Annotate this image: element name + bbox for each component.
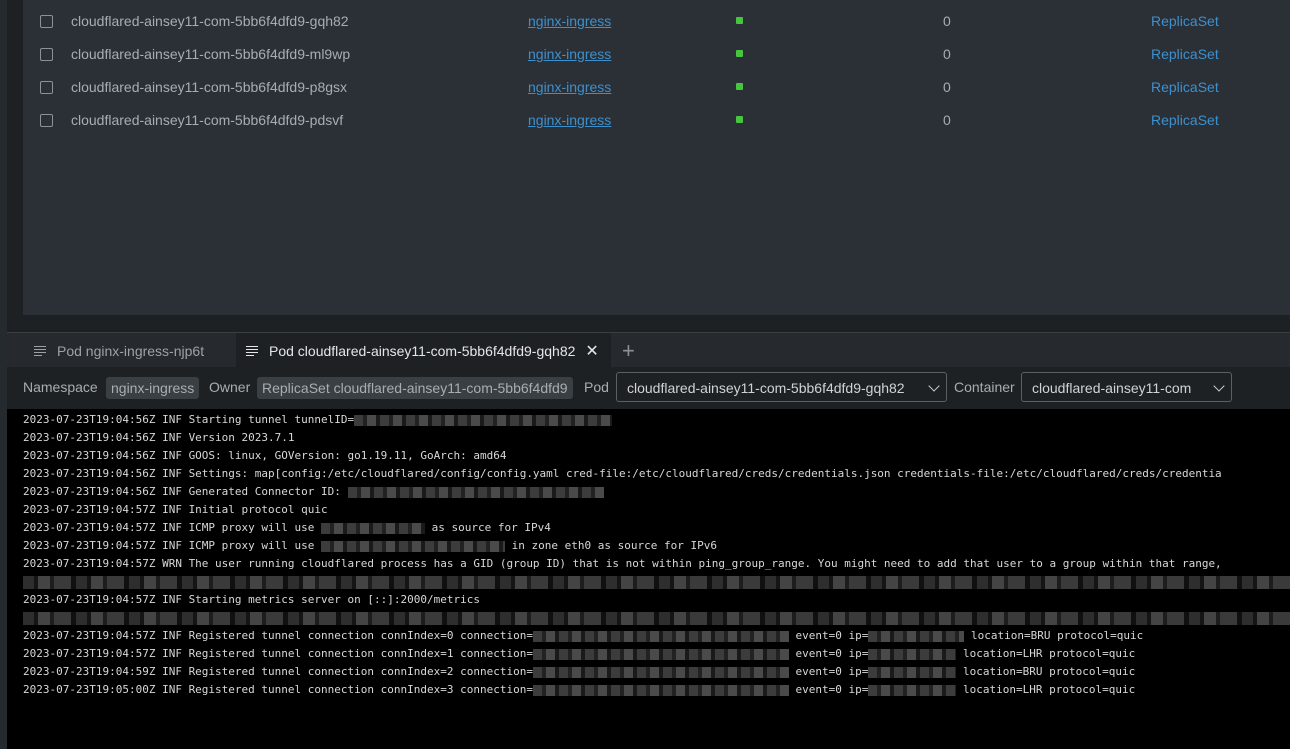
pod-name[interactable]: cloudflared-ainsey11-com-5bb6f4dfd9-p8gs… xyxy=(71,78,347,96)
pod-select[interactable]: cloudflared-ainsey11-com-5bb6f4dfd9-gqh8… xyxy=(616,372,947,402)
panel-resize-handle[interactable] xyxy=(7,315,1290,332)
status-indicator xyxy=(736,116,743,123)
tab-label: Pod nginx-ingress-njp6t xyxy=(57,342,205,359)
log-line: 2023-07-23T19:04:57Z INF Registered tunn… xyxy=(23,629,1144,642)
log-line: 2023-07-23T19:04:56Z INF Version 2023.7.… xyxy=(23,431,295,444)
left-edge-bar xyxy=(0,0,7,749)
status-indicator xyxy=(736,83,743,90)
close-icon[interactable]: ✕ xyxy=(585,341,598,361)
container-label: Container xyxy=(954,379,1015,395)
log-line: 2023-07-23T19:04:57Z WRN The user runnin… xyxy=(23,557,1222,570)
log-line: 2023-07-23T19:04:56Z INF GOOS: linux, GO… xyxy=(23,449,507,462)
pod-name[interactable]: cloudflared-ainsey11-com-5bb6f4dfd9-pdsv… xyxy=(71,111,343,129)
redacted-block xyxy=(321,522,426,534)
tab-label: Pod cloudflared-ainsey11-com-5bb6f4dfd9-… xyxy=(269,342,576,359)
row-checkbox[interactable] xyxy=(40,48,53,61)
restarts-count: 0 xyxy=(943,13,951,29)
pod-select-value: cloudflared-ainsey11-com-5bb6f4dfd9-gqh8… xyxy=(627,380,905,396)
dock-tab-bar: Pod nginx-ingress-njp6t Pod cloudflared-… xyxy=(7,332,1290,368)
redacted-block xyxy=(321,540,506,552)
owner-link[interactable]: ReplicaSet xyxy=(1151,111,1219,129)
owner-label: Owner xyxy=(209,379,251,395)
owner-link[interactable]: ReplicaSet xyxy=(1151,12,1219,30)
namespace-link[interactable]: nginx-ingress xyxy=(528,45,611,63)
log-lines-icon xyxy=(34,345,46,356)
log-lines-icon xyxy=(246,345,258,356)
redacted-block xyxy=(532,630,789,642)
table-row[interactable]: cloudflared-ainsey11-com-5bb6f4dfd9-pdsv… xyxy=(23,104,1290,137)
log-line: 2023-07-23T19:04:56Z INF Generated Conne… xyxy=(23,483,604,501)
redacted-block xyxy=(347,486,604,498)
restarts-count: 0 xyxy=(943,79,951,95)
log-line: 2023-07-23T19:04:57Z INF ICMP proxy will… xyxy=(23,539,717,552)
owner-link[interactable]: ReplicaSet xyxy=(1151,45,1219,63)
table-row[interactable]: cloudflared-ainsey11-com-5bb6f4dfd9-gqh8… xyxy=(23,5,1290,38)
container-select-value: cloudflared-ainsey11-com xyxy=(1032,380,1192,396)
pod-name[interactable]: cloudflared-ainsey11-com-5bb6f4dfd9-ml9w… xyxy=(71,45,350,63)
owner-badge: ReplicaSet cloudflared-ainsey11-com-5bb6… xyxy=(257,377,573,399)
pods-table: cloudflared-ainsey11-com-5bb6f4dfd9-gqh8… xyxy=(23,0,1290,315)
log-line: 2023-07-23T19:04:57Z INF Registered tunn… xyxy=(23,647,1136,660)
container-select[interactable]: cloudflared-ainsey11-com xyxy=(1021,372,1232,402)
redacted-block xyxy=(23,612,1290,625)
row-checkbox[interactable] xyxy=(40,15,53,28)
namespace-link[interactable]: nginx-ingress xyxy=(528,12,611,30)
log-line: 2023-07-23T19:04:56Z INF Settings: map[c… xyxy=(23,467,1222,480)
tab-pod-nginx-ingress[interactable]: Pod nginx-ingress-njp6t xyxy=(7,333,224,368)
namespace-link[interactable]: nginx-ingress xyxy=(528,78,611,96)
pod-name[interactable]: cloudflared-ainsey11-com-5bb6f4dfd9-gqh8… xyxy=(71,12,349,30)
namespace-link[interactable]: nginx-ingress xyxy=(528,111,611,129)
log-line: 2023-07-23T19:04:56Z INF Starting tunnel… xyxy=(23,411,613,429)
table-row[interactable]: cloudflared-ainsey11-com-5bb6f4dfd9-p8gs… xyxy=(23,71,1290,104)
tab-pod-cloudflared[interactable]: Pod cloudflared-ainsey11-com-5bb6f4dfd9-… xyxy=(236,333,611,368)
log-line: 2023-07-23T19:04:57Z INF Initial protoco… xyxy=(23,503,328,516)
status-indicator xyxy=(736,17,743,24)
redacted-block xyxy=(354,414,613,426)
chevron-down-icon xyxy=(1213,380,1225,392)
chevron-down-icon xyxy=(928,380,940,392)
restarts-count: 0 xyxy=(943,46,951,62)
status-indicator xyxy=(736,50,743,57)
log-toolbar: Namespace nginx-ingress Owner ReplicaSet… xyxy=(7,367,1290,409)
redacted-block xyxy=(868,648,957,660)
restarts-count: 0 xyxy=(943,112,951,128)
add-tab-icon[interactable]: + xyxy=(622,338,635,364)
redacted-block xyxy=(868,666,957,678)
pod-label: Pod xyxy=(584,379,609,395)
log-line: 2023-07-23T19:04:59Z INF Registered tunn… xyxy=(23,665,1136,678)
namespace-label: Namespace xyxy=(23,379,98,395)
log-line: 2023-07-23T19:04:57Z INF ICMP proxy will… xyxy=(23,521,551,534)
table-row[interactable]: cloudflared-ainsey11-com-5bb6f4dfd9-ml9w… xyxy=(23,38,1290,71)
redacted-block xyxy=(23,576,1290,589)
log-output[interactable]: 2023-07-23T19:04:56Z INF Starting tunnel… xyxy=(7,409,1290,749)
redacted-block xyxy=(532,666,789,678)
namespace-badge: nginx-ingress xyxy=(106,377,200,399)
redacted-block xyxy=(532,648,789,660)
row-checkbox[interactable] xyxy=(40,114,53,127)
log-line: 2023-07-23T19:04:57Z INF Starting metric… xyxy=(23,593,480,606)
owner-link[interactable]: ReplicaSet xyxy=(1151,78,1219,96)
redacted-block xyxy=(868,630,965,642)
row-checkbox[interactable] xyxy=(40,81,53,94)
redacted-block xyxy=(868,684,957,696)
log-line: 2023-07-23T19:05:00Z INF Registered tunn… xyxy=(23,683,1136,696)
redacted-block xyxy=(532,684,789,696)
